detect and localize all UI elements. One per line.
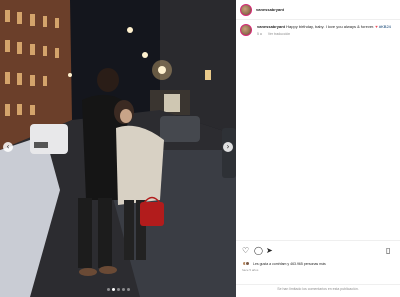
- comment-bubble-icon[interactable]: ◯: [254, 247, 263, 255]
- heart-outline-icon[interactable]: ♡: [242, 247, 250, 255]
- header-username[interactable]: vanessabryant: [256, 7, 284, 12]
- bookmark-icon[interactable]: ▯: [386, 247, 394, 255]
- caption-body: vanessabryant Happy birthday, baby. I lo…: [257, 24, 395, 36]
- liker-avatar: [245, 261, 250, 266]
- post-actions-bar: ♡ ◯ ➤ ▯: [236, 240, 400, 262]
- translate-link[interactable]: Ver traducción: [268, 32, 290, 36]
- carousel-dot: [121, 288, 125, 291]
- caption-hashtag[interactable]: #KB24: [379, 24, 391, 29]
- photo-scene: [0, 0, 236, 297]
- paper-plane-icon[interactable]: ➤: [266, 247, 274, 255]
- post-time[interactable]: hace 5 años: [242, 268, 258, 272]
- caption-text: Happy birthday, baby. I love you always …: [286, 24, 375, 29]
- carousel-dots: [0, 288, 236, 291]
- avatar[interactable]: [240, 3, 252, 16]
- caption-block: vanessabryant Happy birthday, baby. I lo…: [240, 24, 396, 36]
- chevron-right-icon[interactable]: ›: [223, 142, 233, 152]
- red-heart-emoji-icon: ♥: [375, 24, 378, 29]
- caption-username[interactable]: vanessabryant: [257, 24, 285, 29]
- carousel-dot: [126, 288, 130, 291]
- post-side-panel: vanessabryant vanessabryant Happy birthd…: [236, 0, 400, 297]
- caption-avatar[interactable]: [240, 24, 252, 36]
- chevron-left-icon[interactable]: ‹: [3, 142, 13, 152]
- carousel-dot-active: [111, 288, 115, 291]
- post-photo: ‹ ›: [0, 0, 236, 297]
- carousel-dot: [106, 288, 110, 291]
- post-header: vanessabryant: [236, 0, 400, 20]
- likes-row: Les gusta a comhfam y 463.965 personas m…: [242, 261, 326, 266]
- instagram-post-modal: ‹ › vanessabryant vanessabryant Happy bi…: [0, 0, 400, 297]
- likes-text[interactable]: Les gusta a comhfam y 463.965 personas m…: [253, 262, 326, 266]
- caption-age: 5 a: [257, 32, 262, 36]
- caption-meta: 5 a Ver traducción: [257, 32, 395, 36]
- caption-text-line: vanessabryant Happy birthday, baby. I lo…: [257, 24, 395, 29]
- carousel-dot: [116, 288, 120, 291]
- comments-limited-notice: Se han limitado los comentarios en esta …: [236, 284, 400, 297]
